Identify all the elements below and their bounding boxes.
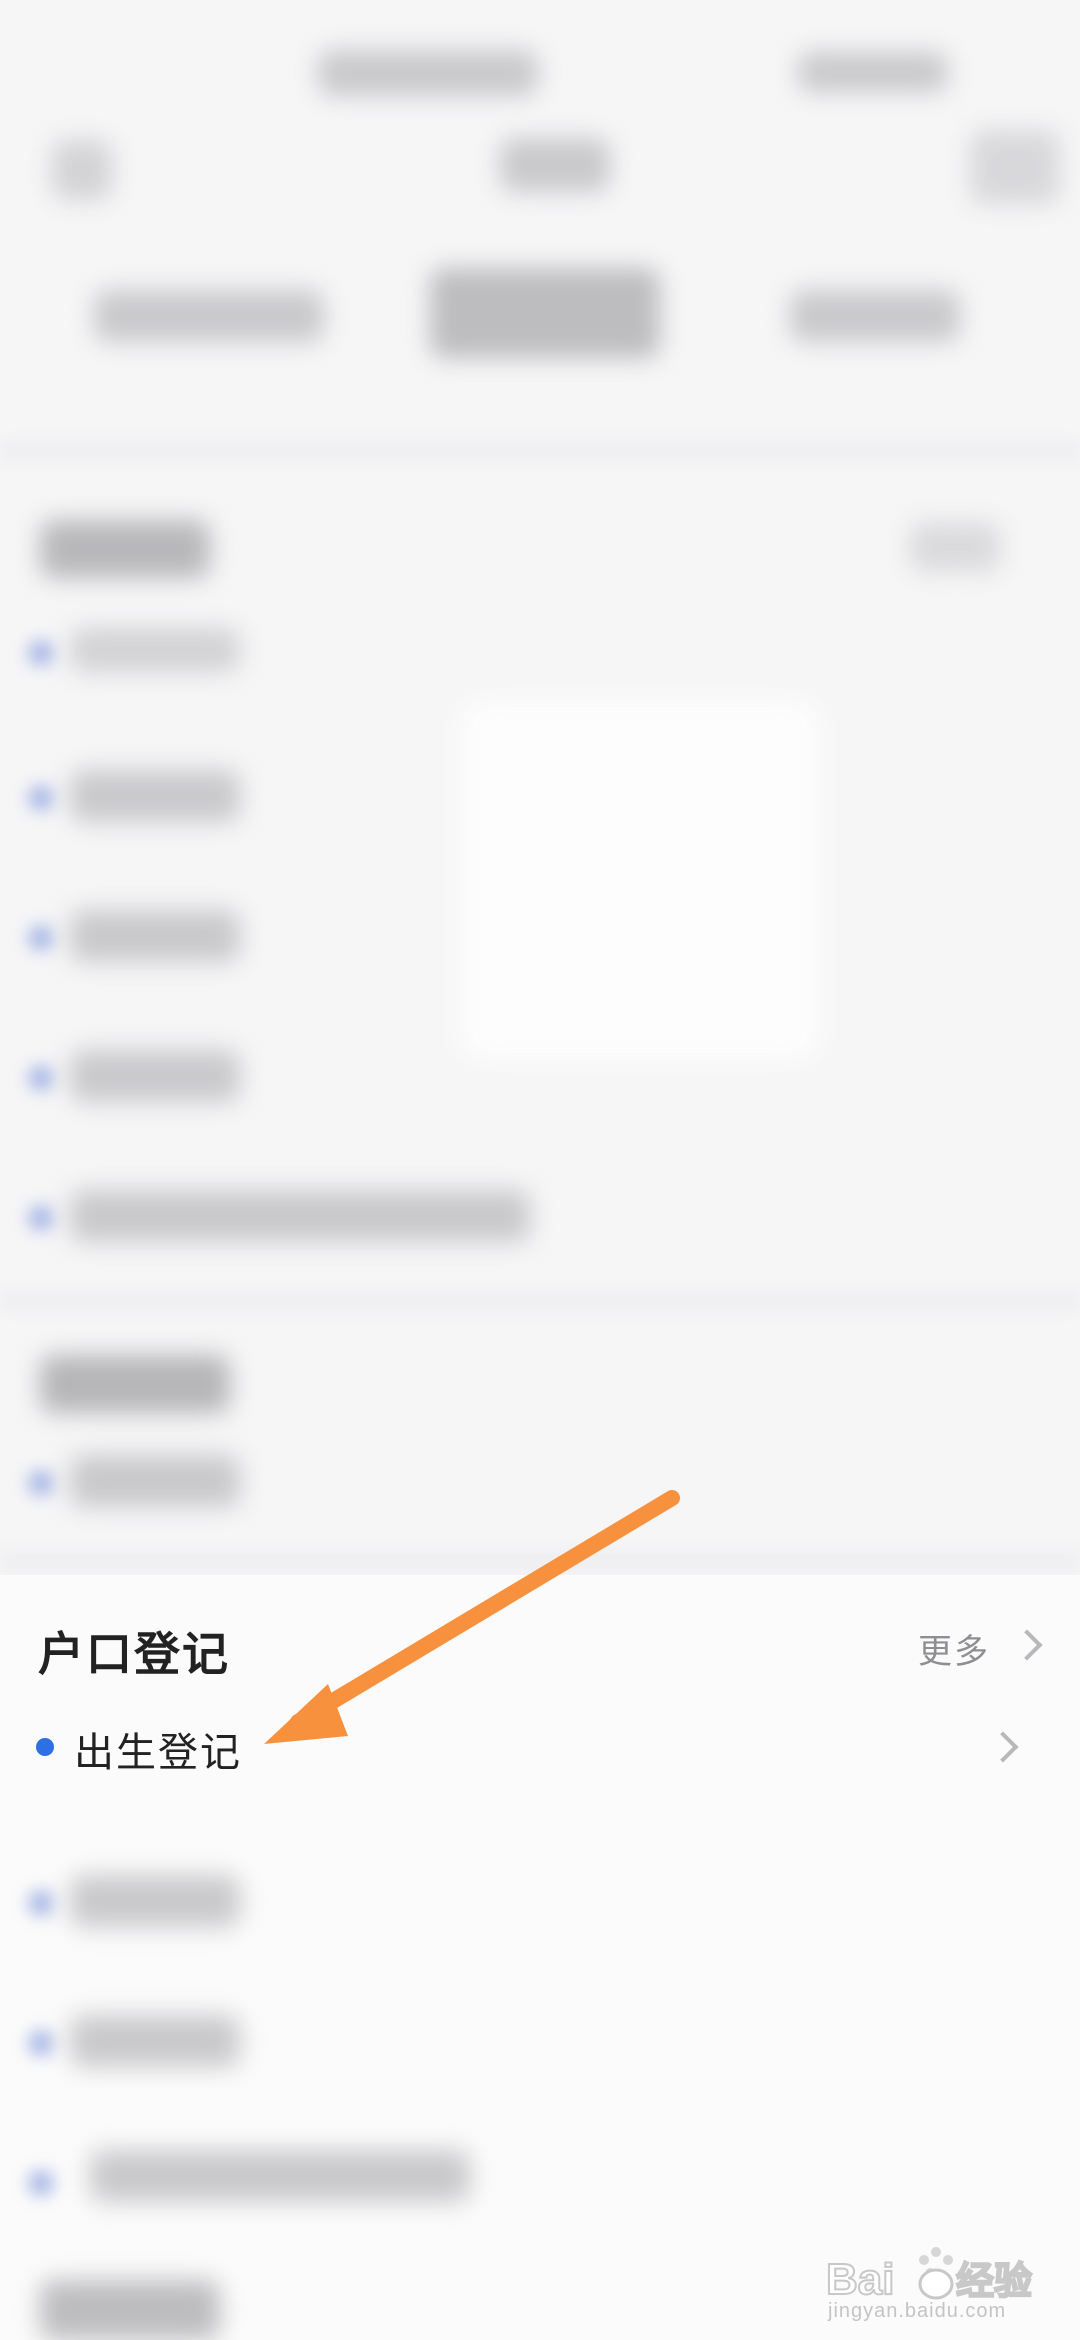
- blurred-row-text: [70, 628, 240, 672]
- blurred-row-text: [70, 1190, 530, 1242]
- list-item-birth-registration[interactable]: 出生登记: [74, 1720, 242, 1778]
- blurred-row-text: [70, 910, 240, 962]
- blurred-content: [0, 0, 1080, 1575]
- blurred-dot: [28, 785, 54, 811]
- blurred-nav-icon: [970, 130, 1060, 204]
- more-link[interactable]: 更多: [918, 1624, 990, 1673]
- divider: [0, 1290, 1080, 1312]
- blurred-status-text: [798, 52, 948, 92]
- blurred-dot: [28, 640, 54, 666]
- blurred-page-title: [500, 138, 610, 192]
- blurred-dot: [28, 1470, 54, 1496]
- blurred-row-text: [70, 1875, 240, 1927]
- divider: [0, 1550, 1080, 1572]
- blurred-tab: [94, 290, 324, 342]
- divider: [0, 440, 1080, 462]
- svg-text:经验: 经验: [956, 2259, 1032, 2303]
- blurred-row-text: [70, 1050, 240, 1102]
- blurred-more: [910, 522, 1000, 572]
- watermark-url: jingyan.baidu.com: [828, 2300, 1007, 2322]
- blurred-panel: [460, 700, 820, 1060]
- blurred-dot: [28, 1205, 54, 1231]
- blurred-tab: [430, 268, 660, 358]
- blurred-dot: [28, 2030, 54, 2056]
- blurred-section-title: [40, 1355, 230, 1413]
- bullet-dot: [36, 1738, 54, 1756]
- blurred-status-text: [318, 50, 538, 96]
- blurred-row-text: [70, 770, 240, 822]
- blurred-section-title: [40, 520, 210, 578]
- blurred-row-text: [90, 2150, 470, 2202]
- blurred-dot: [28, 1890, 54, 1916]
- blurred-dot: [28, 2170, 54, 2196]
- blurred-row-text: [70, 1455, 240, 1507]
- blurred-dot: [28, 1065, 54, 1091]
- blurred-tab: [790, 290, 960, 342]
- blurred-section-title: [40, 2280, 220, 2340]
- blurred-dot: [28, 925, 54, 951]
- svg-text:Bai: Bai: [826, 2255, 894, 2304]
- section-title: 户口登记: [38, 1627, 230, 1681]
- blurred-back-icon: [52, 140, 112, 200]
- blurred-row-text: [70, 2015, 240, 2067]
